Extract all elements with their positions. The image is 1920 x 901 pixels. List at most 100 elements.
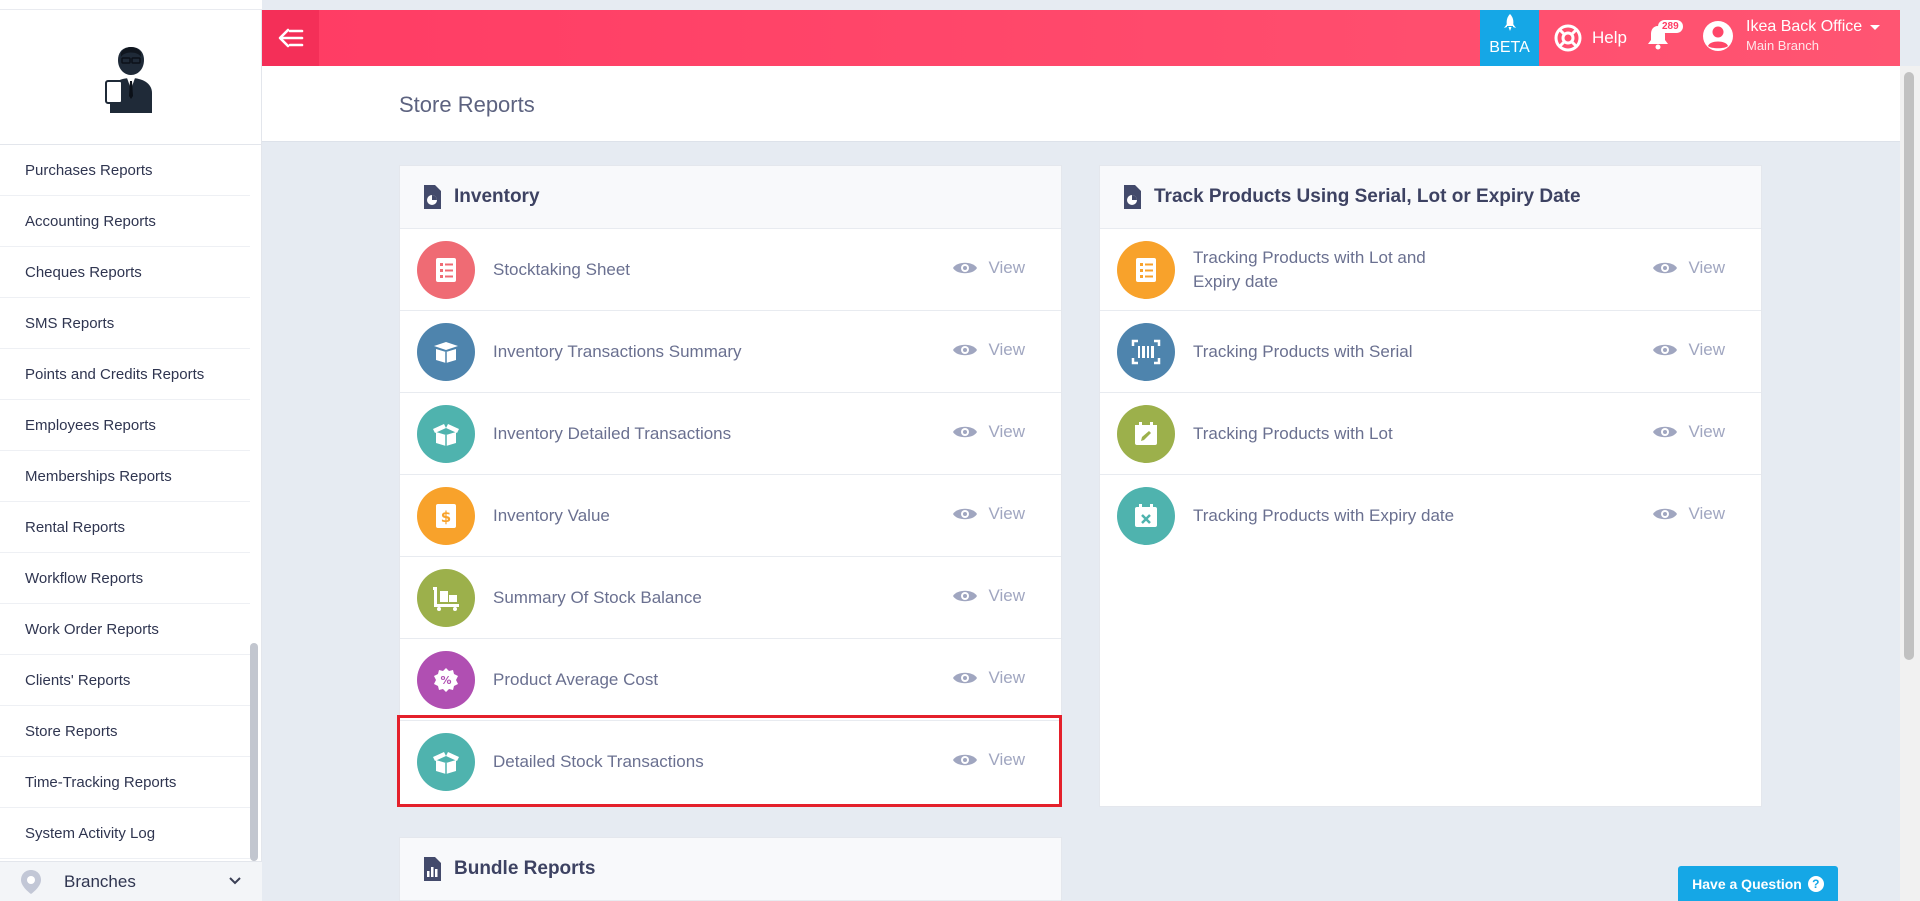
sidebar-item-rental-reports[interactable]: Rental Reports: [0, 502, 250, 553]
view-link[interactable]: View: [952, 258, 1025, 278]
page-scrollbar-thumb[interactable]: [1904, 72, 1914, 660]
sidebar-item-sms-reports[interactable]: SMS Reports: [0, 298, 250, 349]
report-label: Tracking Products with Expiry date: [1193, 506, 1455, 525]
report-row-detailed-stock-transactions[interactable]: Detailed Stock Transactions View: [400, 721, 1061, 803]
beta-button[interactable]: BETA: [1480, 10, 1539, 66]
report-row-product-average-cost[interactable]: % Product Average Cost View: [400, 639, 1061, 721]
view-link[interactable]: View: [952, 750, 1025, 770]
view-label: View: [1688, 258, 1725, 277]
sidebar-item-system-activity-log[interactable]: System Activity Log: [0, 808, 250, 859]
help-button[interactable]: Help: [1554, 22, 1627, 54]
arrow-left-menu-icon: [278, 28, 303, 48]
user-info: Ikea Back Office Main Branch: [1746, 18, 1882, 53]
report-row-inventory-detailed-transactions[interactable]: Inventory Detailed Transactions View: [400, 393, 1061, 475]
sidebar-item-memberships-reports[interactable]: Memberships Reports: [0, 451, 250, 502]
sidebar-item-clients-reports[interactable]: Clients' Reports: [0, 655, 250, 706]
rocket-icon: [1503, 14, 1516, 31]
pallet-truck-icon: [433, 586, 459, 611]
percent-badge-icon: %: [434, 667, 458, 692]
svg-text:$: $: [441, 508, 451, 526]
sidebar-item-workflow-reports[interactable]: Workflow Reports: [0, 553, 250, 604]
caret-down-icon: [1870, 25, 1881, 30]
sidebar-item-cheques-reports[interactable]: Cheques Reports: [0, 247, 250, 298]
sidebar-item-label: Points and Credits Reports: [25, 365, 205, 383]
report-label: Inventory Transactions Summary: [493, 341, 742, 361]
report-icon-circle: [1117, 322, 1175, 381]
report-label: Inventory Value: [493, 505, 610, 525]
report-icon-circle: %: [417, 650, 475, 709]
view-link[interactable]: View: [1652, 504, 1725, 524]
report-row-inventory-transactions-summary[interactable]: Inventory Transactions Summary View: [400, 311, 1061, 393]
view-label: View: [988, 422, 1025, 441]
view-link[interactable]: View: [952, 586, 1025, 606]
sidebar-item-work-order-reports[interactable]: Work Order Reports: [0, 604, 250, 655]
question-icon: ?: [1807, 875, 1824, 892]
user-name-row: Ikea Back Office: [1746, 18, 1882, 36]
report-label: Tracking Products with Serial: [1193, 341, 1413, 361]
report-row-tracking-lot[interactable]: Tracking Products with Lot View: [1100, 393, 1761, 475]
report-label: Tracking Products with Lot: [1193, 423, 1393, 443]
view-link[interactable]: View: [952, 340, 1025, 360]
view-link[interactable]: View: [1652, 258, 1725, 278]
report-icon-circle: [417, 322, 475, 381]
box-arrows-icon: [433, 752, 459, 774]
bundle-card-header: Bundle Reports: [400, 838, 1061, 901]
report-icon-circle: [417, 240, 475, 299]
report-icon-circle: [1117, 240, 1175, 299]
sidebar-item-label: SMS Reports: [25, 314, 115, 332]
report-document-icon: [1124, 185, 1141, 209]
report-label: Stocktaking Sheet: [493, 259, 631, 279]
view-label: View: [1688, 504, 1725, 523]
report-row-inventory-value[interactable]: $ Inventory Value View: [400, 475, 1061, 557]
view-link[interactable]: View: [1652, 422, 1725, 442]
sidebar-item-label: Work Order Reports: [25, 620, 159, 638]
logo[interactable]: [0, 10, 262, 145]
report-row-tracking-lot-expiry[interactable]: Tracking Products with Lot and Expiry da…: [1100, 229, 1761, 311]
bar-chart-document-icon: [424, 857, 441, 881]
view-link[interactable]: View: [952, 422, 1025, 442]
inventory-card-title: Inventory: [454, 186, 540, 207]
dollar-document-icon: $: [436, 503, 456, 528]
view-link[interactable]: View: [952, 668, 1025, 688]
user-avatar-icon: [1703, 20, 1733, 51]
sidebar-item-label: Store Reports: [25, 722, 118, 740]
branches-label: Branches: [64, 871, 136, 891]
report-icon-circle: $: [417, 486, 475, 545]
sidebar-item-label: Rental Reports: [25, 518, 126, 536]
collapse-sidebar-button[interactable]: [262, 10, 319, 66]
report-icon-circle: [417, 404, 475, 463]
view-label: View: [988, 258, 1025, 277]
report-document-icon: [424, 185, 441, 209]
lifebuoy-icon: [1554, 24, 1582, 52]
view-label: View: [1688, 340, 1725, 359]
sidebar-item-accounting-reports[interactable]: Accounting Reports: [0, 196, 250, 247]
sidebar-item-time-tracking-reports[interactable]: Time-Tracking Reports: [0, 757, 250, 808]
sidebar-item-points-credits-reports[interactable]: Points and Credits Reports: [0, 349, 250, 400]
box-arrows-icon: [433, 423, 459, 446]
svg-text:%: %: [440, 674, 451, 687]
checklist-icon: [436, 257, 456, 282]
sidebar-branches[interactable]: Branches: [0, 861, 262, 901]
eye-icon: [1653, 426, 1678, 438]
user-branch: Main Branch: [1746, 38, 1819, 53]
sidebar-item-store-reports[interactable]: Store Reports: [0, 706, 250, 757]
sidebar-item-employees-reports[interactable]: Employees Reports: [0, 400, 250, 451]
user-menu[interactable]: Ikea Back Office Main Branch: [1702, 18, 1882, 53]
view-link[interactable]: View: [952, 504, 1025, 524]
report-label: Tracking Products with Lot and Expiry da…: [1193, 247, 1426, 291]
user-name: Ikea Back Office: [1746, 18, 1863, 35]
sidebar-item-label: Clients' Reports: [25, 671, 131, 689]
view-link[interactable]: View: [1652, 340, 1725, 360]
page-header: Store Reports: [262, 66, 1900, 142]
have-a-question-button[interactable]: Have a Question ?: [1678, 866, 1838, 901]
sidebar-scrollbar[interactable]: [250, 643, 258, 861]
report-icon-circle: [417, 733, 475, 791]
eye-icon: [953, 508, 978, 520]
sidebar-item-purchases-reports[interactable]: Purchases Reports: [0, 145, 250, 196]
report-row-tracking-serial[interactable]: Tracking Products with Serial View: [1100, 311, 1761, 393]
report-row-summary-of-stock-balance[interactable]: Summary Of Stock Balance View: [400, 557, 1061, 639]
report-row-stocktaking-sheet[interactable]: Stocktaking Sheet View: [400, 229, 1061, 311]
calendar-edit-icon: [1135, 421, 1157, 445]
report-row-tracking-expiry[interactable]: Tracking Products with Expiry date View: [1100, 475, 1761, 557]
sidebar-nav: Purchases Reports Accounting Reports Che…: [0, 145, 250, 859]
